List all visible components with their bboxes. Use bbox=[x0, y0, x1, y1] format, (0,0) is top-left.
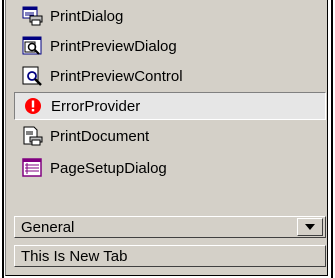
print-preview-dialog-icon bbox=[22, 36, 42, 56]
toolbox-item-label: PrintPreviewDialog bbox=[50, 37, 177, 55]
error-provider-icon bbox=[23, 96, 43, 116]
toolbox-item-errorprovider[interactable]: ErrorProvider bbox=[14, 92, 326, 120]
dropdown-arrow-icon bbox=[305, 224, 315, 230]
tab-label: General bbox=[21, 218, 75, 236]
toolbox-item-label: PrintDocument bbox=[50, 127, 150, 145]
toolbox-panel: PrintDialog PrintPreviewDialog PrintPrev… bbox=[5, 0, 328, 276]
tab-this-is-new-tab[interactable]: This Is New Tab bbox=[14, 245, 326, 267]
tab-dropdown-button[interactable] bbox=[297, 218, 323, 236]
frame-border-left bbox=[2, 0, 4, 278]
toolbox-item-label: PageSetupDialog bbox=[50, 159, 167, 177]
print-dialog-icon bbox=[22, 6, 43, 26]
tab-general[interactable]: General bbox=[14, 216, 326, 238]
toolbox-item-printdialog[interactable]: PrintDialog bbox=[14, 2, 326, 30]
toolbox-item-label: PrintPreviewControl bbox=[50, 67, 183, 85]
toolbox-item-label: PrintDialog bbox=[50, 7, 124, 25]
print-document-icon bbox=[22, 126, 43, 146]
toolbox-item-pagesetupdialog[interactable]: PageSetupDialog bbox=[14, 154, 326, 182]
tab-label: This Is New Tab bbox=[21, 247, 128, 265]
toolbox-item-label: ErrorProvider bbox=[51, 97, 141, 115]
toolbox-item-printpreviewdialog[interactable]: PrintPreviewDialog bbox=[14, 32, 326, 60]
toolbox-item-printpreviewcontrol[interactable]: PrintPreviewControl bbox=[14, 62, 326, 90]
page-setup-dialog-icon bbox=[22, 158, 42, 178]
frame-border-right bbox=[331, 0, 333, 278]
print-preview-control-icon bbox=[22, 66, 42, 86]
toolbox-item-printdocument[interactable]: PrintDocument bbox=[14, 122, 326, 150]
